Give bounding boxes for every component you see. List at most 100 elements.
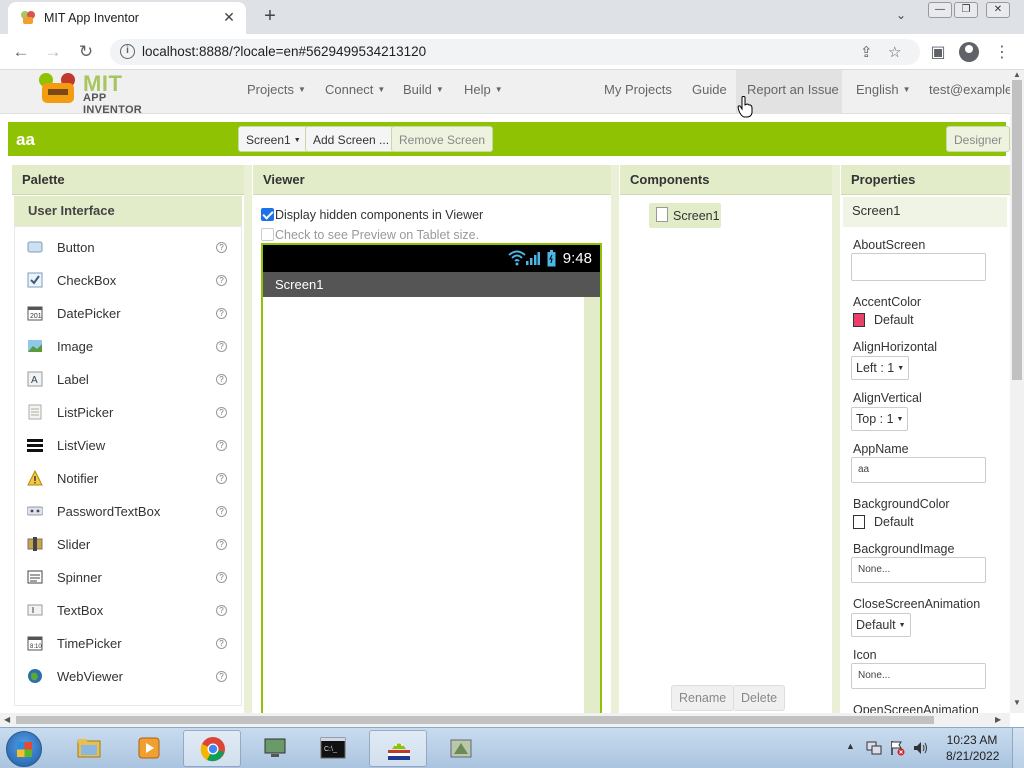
- vertical-scroll-thumb[interactable]: [1012, 80, 1022, 380]
- designer-button[interactable]: Designer: [946, 126, 1011, 152]
- menu-build[interactable]: Build ▼: [403, 82, 444, 97]
- horizontal-scroll-thumb[interactable]: [16, 716, 934, 724]
- palette-item-textbox[interactable]: TextBox ?: [14, 594, 242, 627]
- scroll-up-arrow-icon[interactable]: ▲: [1013, 70, 1021, 79]
- palette-item-checkbox[interactable]: CheckBox ?: [14, 264, 242, 297]
- palette-item-passwordtextbox[interactable]: PasswordTextBox ?: [14, 495, 242, 528]
- phone-preview[interactable]: 9:48 Screen1: [261, 243, 602, 715]
- windows-start-icon[interactable]: [6, 731, 42, 767]
- help-icon[interactable]: ?: [216, 407, 227, 418]
- close-tab-icon[interactable]: ✕: [220, 9, 238, 26]
- palette-item-button[interactable]: Button ?: [14, 231, 242, 264]
- page-vertical-scrollbar[interactable]: ▲ ▼: [1010, 70, 1024, 713]
- taskbar-explorer[interactable]: [60, 730, 118, 767]
- back-icon[interactable]: ←: [10, 41, 32, 63]
- accent-color-swatch[interactable]: [853, 313, 865, 327]
- help-icon[interactable]: ?: [216, 638, 227, 649]
- scroll-left-arrow-icon[interactable]: ◀: [4, 715, 10, 724]
- palette-item-image[interactable]: Image ?: [14, 330, 242, 363]
- report-issue-link[interactable]: Report an Issue: [747, 82, 839, 97]
- help-icon[interactable]: ?: [216, 572, 227, 583]
- menu-connect[interactable]: Connect ▼: [325, 82, 385, 97]
- help-icon[interactable]: ?: [216, 506, 227, 517]
- show-desktop-button[interactable]: [1012, 728, 1024, 768]
- accent-color-value[interactable]: Default: [874, 313, 914, 327]
- palette-item-webviewer[interactable]: WebViewer ?: [14, 660, 242, 693]
- icon-property-field[interactable]: None...: [851, 663, 986, 689]
- palette-category-user-interface[interactable]: User Interface: [14, 196, 242, 226]
- component-tree-screen1[interactable]: Screen1: [649, 203, 721, 228]
- action-center-flag-icon[interactable]: [889, 740, 905, 756]
- taskbar-media-player[interactable]: [120, 730, 178, 767]
- scroll-right-arrow-icon[interactable]: ▶: [995, 715, 1001, 724]
- delete-button[interactable]: Delete: [733, 685, 786, 711]
- forward-icon[interactable]: →: [42, 41, 64, 63]
- network-tray-icon[interactable]: [866, 740, 882, 756]
- reload-icon[interactable]: ↻: [75, 41, 97, 63]
- tab-search-chevron-icon[interactable]: ⌄: [896, 8, 906, 22]
- taskbar-terminal[interactable]: C:\_: [304, 730, 362, 767]
- add-screen-button[interactable]: Add Screen ...: [305, 126, 398, 152]
- display-hidden-checkbox[interactable]: Display hidden components in Viewer: [261, 208, 483, 222]
- palette-item-datepicker[interactable]: 201 DatePicker ?: [14, 297, 242, 330]
- help-icon[interactable]: ?: [216, 341, 227, 352]
- close-window-icon[interactable]: ✕: [986, 2, 1010, 18]
- palette-item-slider[interactable]: Slider ?: [14, 528, 242, 561]
- url-text[interactable]: localhost:8888/?locale=en#56294995342131…: [142, 44, 426, 59]
- help-icon[interactable]: ?: [216, 308, 227, 319]
- rename-button[interactable]: Rename: [671, 685, 735, 711]
- browser-menu-icon[interactable]: ⋮: [992, 42, 1012, 62]
- checkbox-checked-icon[interactable]: [261, 208, 274, 221]
- taskbar-clock-date[interactable]: 8/21/2022: [946, 749, 999, 763]
- account-menu[interactable]: test@example: [929, 82, 1012, 97]
- my-projects-link[interactable]: My Projects: [604, 82, 672, 97]
- scroll-down-arrow-icon[interactable]: ▼: [1013, 698, 1021, 707]
- menu-help[interactable]: Help ▼: [464, 82, 503, 97]
- browser-tab[interactable]: MIT App Inventor ✕: [8, 2, 246, 34]
- menu-projects[interactable]: Projects ▼: [247, 82, 306, 97]
- taskbar-emulator[interactable]: [432, 730, 490, 767]
- url-bar[interactable]: i localhost:8888/?locale=en#562949953421…: [110, 39, 920, 65]
- restore-icon[interactable]: ❐: [954, 2, 978, 18]
- new-tab-icon[interactable]: +: [258, 5, 282, 28]
- palette-item-listpicker[interactable]: ListPicker ?: [14, 396, 242, 429]
- about-screen-field[interactable]: [851, 253, 986, 281]
- page-horizontal-scrollbar[interactable]: ◀ ▶: [0, 713, 1010, 727]
- app-name-field[interactable]: aa: [851, 457, 986, 483]
- help-icon[interactable]: ?: [216, 242, 227, 253]
- help-icon[interactable]: ?: [216, 374, 227, 385]
- minimize-icon[interactable]: —: [928, 2, 952, 18]
- palette-item-label[interactable]: A Label ?: [14, 363, 242, 396]
- help-icon[interactable]: ?: [216, 671, 227, 682]
- tablet-preview-checkbox[interactable]: Check to see Preview on Tablet size.: [261, 228, 479, 242]
- phone-scrollbar[interactable]: [584, 297, 600, 715]
- taskbar-app-inventor[interactable]: [369, 730, 427, 767]
- app-inventor-logo[interactable]: MIT APP INVENTOR: [36, 70, 166, 116]
- volume-icon[interactable]: [913, 740, 929, 756]
- help-icon[interactable]: ?: [216, 275, 227, 286]
- share-icon[interactable]: ⇪: [860, 43, 873, 61]
- taskbar-chrome[interactable]: [183, 730, 241, 767]
- remove-screen-button[interactable]: Remove Screen: [391, 126, 494, 152]
- palette-item-spinner[interactable]: Spinner ?: [14, 561, 242, 594]
- palette-item-notifier[interactable]: Notifier ?: [14, 462, 242, 495]
- language-menu[interactable]: English ▼: [856, 82, 911, 97]
- checkbox-unchecked-icon[interactable]: [261, 228, 274, 241]
- palette-item-timepicker[interactable]: 8:10 TimePicker ?: [14, 627, 242, 660]
- help-icon[interactable]: ?: [216, 473, 227, 484]
- help-icon[interactable]: ?: [216, 440, 227, 451]
- background-image-field[interactable]: None...: [851, 557, 986, 583]
- background-color-swatch[interactable]: [853, 515, 865, 529]
- guide-link[interactable]: Guide: [692, 82, 727, 97]
- palette-item-listview[interactable]: ListView ?: [14, 429, 242, 462]
- tray-expand-icon[interactable]: ▲: [846, 741, 855, 751]
- background-color-value[interactable]: Default: [874, 515, 914, 529]
- align-horizontal-select[interactable]: Left : 1 ▼: [851, 356, 910, 380]
- taskbar-clock-time[interactable]: 10:23 AM: [946, 733, 998, 747]
- close-screen-animation-select[interactable]: Default ▼: [851, 613, 911, 637]
- help-icon[interactable]: ?: [216, 539, 227, 550]
- profile-avatar-icon[interactable]: [959, 42, 979, 62]
- site-info-icon[interactable]: i: [120, 44, 135, 59]
- bookmark-star-icon[interactable]: ☆: [888, 43, 901, 61]
- help-icon[interactable]: ?: [216, 605, 227, 616]
